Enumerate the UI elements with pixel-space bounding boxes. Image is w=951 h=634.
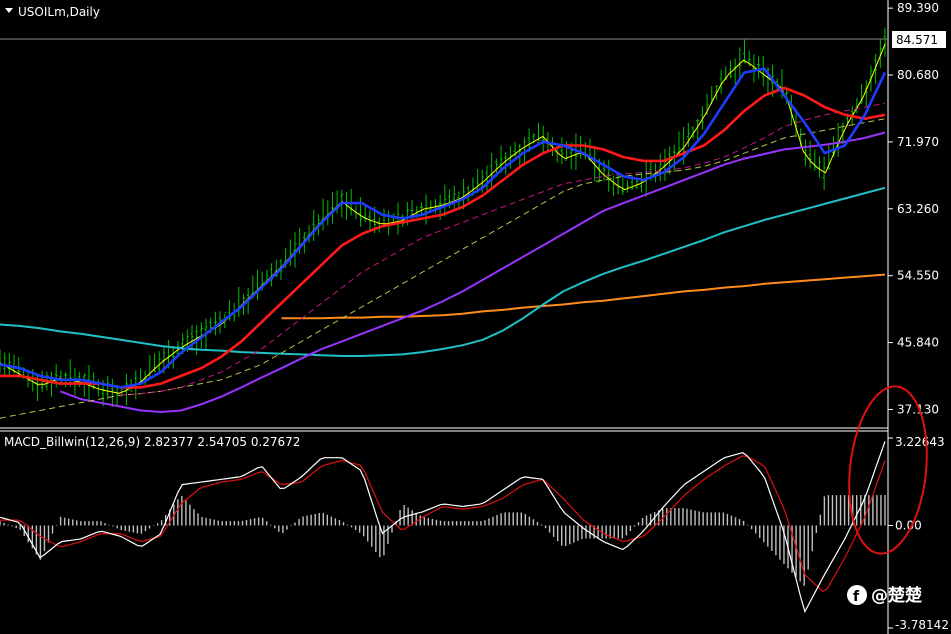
price-tick-label: 80.680	[897, 68, 939, 82]
watermark-text: @楚楚	[871, 585, 923, 606]
price-tick-label: 71.970	[897, 135, 939, 149]
social-logo-glyph: f	[853, 589, 860, 605]
watermark: f @楚楚	[847, 585, 923, 606]
macd-indicator-title: MACD_Billwin(12,26,9) 2.82377 2.54705 0.…	[4, 435, 300, 449]
chart-canvas: 89.39080.68071.97063.26054.55045.84037.1…	[0, 0, 951, 634]
macd-tick-label: -3.78142	[895, 618, 949, 632]
macd-tick-label: 3.22643	[895, 435, 945, 449]
price-tick-label: 89.390	[897, 1, 939, 15]
price-tick-label: 63.260	[897, 202, 939, 216]
price-tick-label: 54.550	[897, 269, 939, 283]
symbol-title[interactable]: USOILm,Daily	[18, 5, 100, 19]
price-tick-label: 45.840	[897, 336, 939, 350]
current-price-label: 84.571	[896, 33, 938, 47]
